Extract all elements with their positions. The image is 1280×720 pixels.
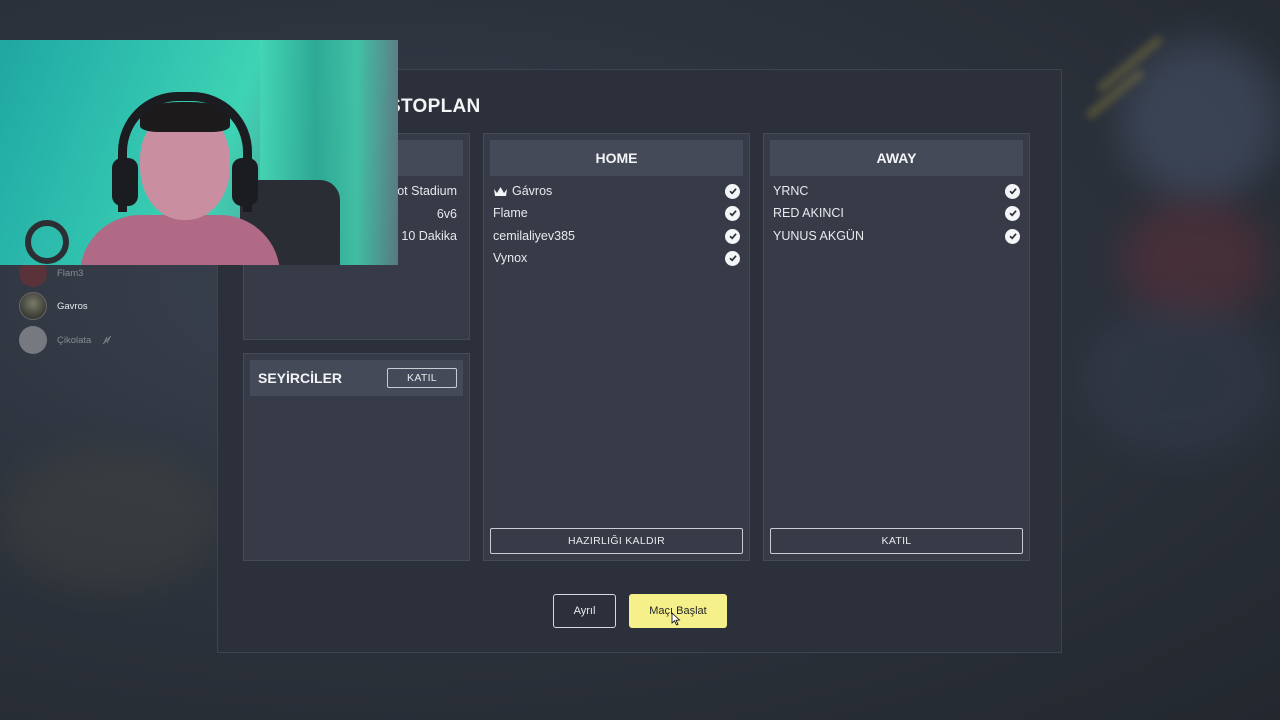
- spectators-title: SEYİRCİLER: [258, 370, 343, 386]
- background-blur: [1080, 300, 1280, 460]
- unready-button[interactable]: HAZIRLIĞI KALDIR: [490, 528, 743, 554]
- muted-icon: [102, 335, 112, 345]
- leave-button[interactable]: Ayrıl: [553, 594, 616, 628]
- player-name: Flame: [493, 206, 528, 220]
- friend-item[interactable]: Çikolata: [19, 326, 113, 354]
- away-player-row[interactable]: RED AKINCI: [773, 202, 1020, 224]
- player-name: Gávros: [512, 184, 553, 198]
- ready-check-icon: [725, 250, 740, 266]
- ready-check-icon: [725, 205, 740, 221]
- home-player-row[interactable]: Gávros: [493, 180, 740, 202]
- away-team-header: AWAY: [770, 140, 1023, 176]
- friend-name: Çikolata: [57, 334, 92, 346]
- earcup: [112, 158, 138, 206]
- spectators-join-button[interactable]: KATIL: [387, 368, 457, 388]
- format-value: 6v6: [436, 207, 457, 221]
- steering-wheel-icon: [25, 220, 69, 264]
- away-team-panel: AWAY YRNC RED AKINCI YUNUS AKGÜN KATIL: [763, 133, 1030, 561]
- ready-check-icon: [725, 228, 740, 244]
- friend-name: Flam3: [57, 267, 84, 279]
- ready-check-icon: [1005, 183, 1020, 199]
- player-name: YUNUS AKGÜN: [773, 229, 864, 243]
- friend-name: Gavros: [57, 300, 88, 312]
- duration-value: 10 Dakika: [401, 229, 457, 243]
- stadium-value: ot Stadium: [397, 184, 457, 198]
- home-player-row[interactable]: Flame: [493, 202, 740, 224]
- away-join-button[interactable]: KATIL: [770, 528, 1023, 554]
- avatar: [19, 326, 47, 354]
- avatar: [19, 292, 47, 320]
- webcam-overlay: [0, 40, 398, 265]
- home-team-panel: HOME Gávros Flame cemilaliyev385 Vynox H…: [483, 133, 750, 561]
- player-name-wrap: Gávros: [493, 184, 552, 198]
- ready-check-icon: [725, 183, 740, 199]
- player-name: YRNC: [773, 184, 809, 198]
- away-player-row[interactable]: YRNC: [773, 180, 1020, 202]
- crown-icon: [494, 186, 507, 196]
- person-body: [80, 215, 280, 265]
- home-team-header: HOME: [490, 140, 743, 176]
- friend-item[interactable]: Gavros: [19, 292, 88, 320]
- player-name: RED AKINCI: [773, 206, 844, 220]
- home-player-row[interactable]: Vynox: [493, 247, 740, 269]
- player-name: Vynox: [493, 251, 528, 265]
- spectators-panel: SEYİRCİLER KATIL: [243, 353, 470, 561]
- player-name: cemilaliyev385: [493, 229, 575, 243]
- background-blur: [1120, 40, 1280, 200]
- ready-check-icon: [1005, 205, 1020, 221]
- earcup: [232, 158, 258, 206]
- away-player-row[interactable]: YUNUS AKGÜN: [773, 225, 1020, 247]
- home-player-row[interactable]: cemilaliyev385: [493, 225, 740, 247]
- background-blur: [0, 450, 220, 590]
- lobby-title: STOPLAN: [388, 96, 481, 117]
- ready-check-icon: [1005, 228, 1020, 244]
- cursor-icon: [671, 612, 681, 626]
